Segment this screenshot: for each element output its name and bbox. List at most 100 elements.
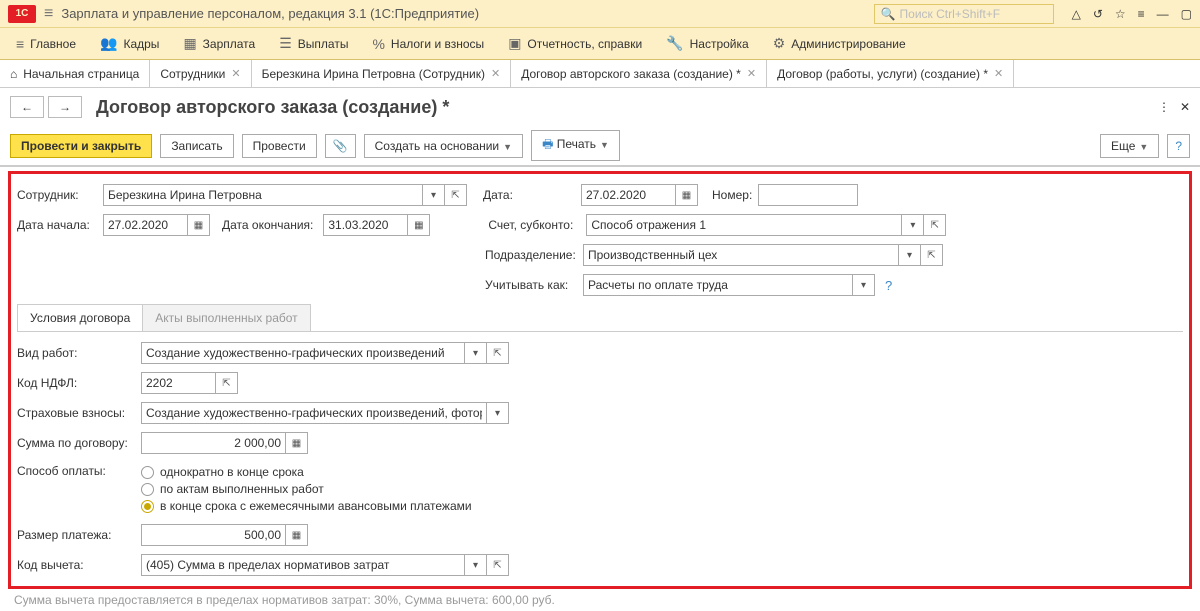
dropdown-icon[interactable]: ▾ (853, 274, 875, 296)
search-placeholder: Поиск Ctrl+Shift+F (900, 7, 1001, 21)
start-date-input[interactable] (103, 214, 188, 236)
open-icon[interactable]: ⇱ (924, 214, 946, 236)
page-title: Договор авторского заказа (создание) * (96, 97, 449, 118)
calendar-icon[interactable]: ▦ (408, 214, 430, 236)
number-input[interactable] (758, 184, 858, 206)
gear-icon: ⚙ (773, 35, 786, 52)
tab-works-contract[interactable]: Договор (работы, услуги) (создание) *✕ (767, 60, 1014, 87)
radio-icon-selected (141, 500, 154, 513)
dropdown-icon[interactable]: ▾ (487, 402, 509, 424)
help-icon[interactable]: ? (885, 278, 892, 293)
tab-employee-card[interactable]: Березкина Ирина Петровна (Сотрудник)✕ (252, 60, 512, 87)
nav-back[interactable]: ← (10, 96, 44, 118)
close-icon[interactable]: ✕ (231, 67, 240, 80)
close-page-icon[interactable]: ✕ (1180, 100, 1190, 114)
calc-icon[interactable]: ▦ (286, 432, 308, 454)
open-icon[interactable]: ⇱ (216, 372, 238, 394)
kebab-icon[interactable]: ⋮ (1158, 100, 1170, 114)
treat-label: Учитывать как: (485, 278, 577, 292)
create-based-button[interactable]: Создать на основании▼ (364, 134, 523, 158)
dropdown-icon[interactable]: ▾ (465, 554, 487, 576)
sum-input[interactable] (141, 432, 286, 454)
ndfl-input[interactable] (141, 372, 216, 394)
star-icon[interactable]: ☆ (1115, 7, 1126, 21)
close-icon[interactable]: ✕ (747, 67, 756, 80)
menu-salary[interactable]: ▦Зарплата (173, 31, 265, 56)
tab-author-contract[interactable]: Договор авторского заказа (создание) *✕ (511, 60, 767, 87)
payment-option-monthly[interactable]: в конце срока с ежемесячными авансовыми … (141, 499, 472, 513)
hamburger-icon[interactable]: ≡ (44, 5, 53, 23)
help-button[interactable]: ? (1167, 134, 1190, 158)
treat-input[interactable] (583, 274, 853, 296)
app-title: Зарплата и управление персоналом, редакц… (61, 6, 479, 21)
report-icon: ▣ (508, 35, 521, 52)
bell-icon[interactable]: △ (1072, 7, 1081, 21)
minimize-icon[interactable]: — (1157, 7, 1169, 21)
post-button[interactable]: Провести (242, 134, 317, 158)
ins-input[interactable] (141, 402, 487, 424)
radio-icon (141, 466, 154, 479)
open-icon[interactable]: ⇱ (487, 554, 509, 576)
menu-settings[interactable]: 🔧Настройка (656, 31, 759, 56)
tab-employees[interactable]: Сотрудники✕ (150, 60, 251, 87)
more-button[interactable]: Еще▼ (1100, 134, 1159, 158)
page-header: ← → Договор авторского заказа (создание)… (0, 88, 1200, 126)
wrench-icon: 🔧 (666, 35, 683, 52)
calc-icon: ▦ (183, 35, 196, 52)
document-toolbar: Провести и закрыть Записать Провести 📎 С… (0, 126, 1200, 167)
history-icon[interactable]: ↺ (1093, 7, 1103, 21)
start-date-label: Дата начала: (17, 218, 97, 232)
calc-icon[interactable]: ▦ (286, 524, 308, 546)
dept-input[interactable] (583, 244, 899, 266)
search-box[interactable]: 🔍 Поиск Ctrl+Shift+F (874, 4, 1054, 24)
menu-main[interactable]: ≡Главное (6, 32, 86, 56)
menu-reports[interactable]: ▣Отчетность, справки (498, 31, 652, 56)
menu-hr[interactable]: 👥Кадры (90, 31, 169, 56)
post-close-button[interactable]: Провести и закрыть (10, 134, 152, 158)
dropdown-icon[interactable]: ▾ (902, 214, 924, 236)
size-input[interactable] (141, 524, 286, 546)
calendar-icon[interactable]: ▦ (188, 214, 210, 236)
wallet-icon: ☰ (279, 35, 292, 52)
payment-option-acts[interactable]: по актам выполненных работ (141, 482, 472, 496)
tab-home[interactable]: ⌂Начальная страница (0, 60, 150, 87)
tab-work-acts[interactable]: Акты выполненных работ (142, 304, 310, 331)
close-icon[interactable]: ✕ (491, 67, 500, 80)
percent-icon: % (372, 36, 384, 52)
close-icon[interactable]: ✕ (994, 67, 1003, 80)
end-date-input[interactable] (323, 214, 408, 236)
date-input[interactable] (581, 184, 676, 206)
chevron-down-icon: ▼ (1139, 142, 1148, 152)
sum-label: Сумма по договору: (17, 436, 135, 450)
nav-forward[interactable]: → (48, 96, 82, 118)
worktype-input[interactable] (141, 342, 465, 364)
menu-taxes[interactable]: %Налоги и взносы (362, 32, 494, 56)
print-button[interactable]: 🖶 Печать▼ (531, 130, 620, 161)
menu-payments[interactable]: ☰Выплаты (269, 31, 358, 56)
payment-label: Способ оплаты: (17, 462, 135, 478)
menu-admin[interactable]: ⚙Администрирование (763, 31, 916, 56)
number-label: Номер: (712, 188, 752, 202)
attach-button[interactable]: 📎 (325, 134, 356, 158)
deduct-input[interactable] (141, 554, 465, 576)
tab-contract-terms[interactable]: Условия договора (17, 304, 143, 331)
open-icon[interactable]: ⇱ (445, 184, 467, 206)
radio-icon (141, 483, 154, 496)
chevron-down-icon: ▼ (503, 142, 512, 152)
open-icon[interactable]: ⇱ (921, 244, 943, 266)
ins-label: Страховые взносы: (17, 406, 135, 420)
write-button[interactable]: Записать (160, 134, 233, 158)
ndfl-label: Код НДФЛ: (17, 376, 135, 390)
maximize-icon[interactable]: ▢ (1181, 7, 1192, 21)
end-date-label: Дата окончания: (222, 218, 313, 232)
menu-icon[interactable]: ≡ (1138, 7, 1145, 21)
calendar-icon[interactable]: ▦ (676, 184, 698, 206)
dropdown-icon[interactable]: ▾ (899, 244, 921, 266)
account-input[interactable] (586, 214, 902, 236)
payment-option-once[interactable]: однократно в конце срока (141, 465, 472, 479)
employee-input[interactable] (103, 184, 423, 206)
dropdown-icon[interactable]: ▾ (465, 342, 487, 364)
dropdown-icon[interactable]: ▾ (423, 184, 445, 206)
open-icon[interactable]: ⇱ (487, 342, 509, 364)
document-tabs: ⌂Начальная страница Сотрудники✕ Березкин… (0, 60, 1200, 88)
